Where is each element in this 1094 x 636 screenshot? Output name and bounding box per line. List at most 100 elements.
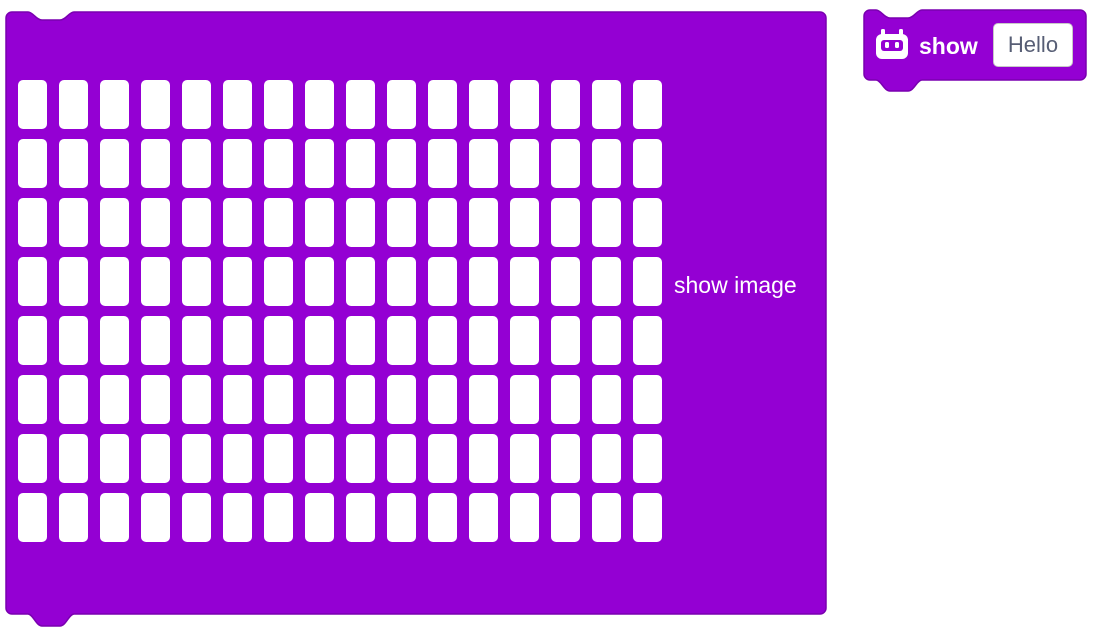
led-cell[interactable] xyxy=(223,198,252,247)
led-cell[interactable] xyxy=(141,375,170,424)
led-cell[interactable] xyxy=(182,80,211,129)
led-cell[interactable] xyxy=(264,139,293,188)
led-cell[interactable] xyxy=(100,257,129,306)
led-cell[interactable] xyxy=(305,316,334,365)
led-cell[interactable] xyxy=(633,316,662,365)
led-cell[interactable] xyxy=(592,80,621,129)
led-cell[interactable] xyxy=(469,257,498,306)
led-cell[interactable] xyxy=(428,139,457,188)
led-cell[interactable] xyxy=(100,434,129,483)
led-cell[interactable] xyxy=(182,139,211,188)
led-cell[interactable] xyxy=(100,375,129,424)
led-cell[interactable] xyxy=(346,434,375,483)
led-cell[interactable] xyxy=(387,139,416,188)
led-cell[interactable] xyxy=(551,316,580,365)
led-cell[interactable] xyxy=(264,493,293,542)
show-text-block[interactable]: show Hello xyxy=(860,7,1090,99)
led-cell[interactable] xyxy=(428,493,457,542)
led-cell[interactable] xyxy=(551,375,580,424)
led-cell[interactable] xyxy=(182,375,211,424)
led-cell[interactable] xyxy=(264,80,293,129)
led-cell[interactable] xyxy=(59,316,88,365)
led-cell[interactable] xyxy=(428,375,457,424)
led-cell[interactable] xyxy=(387,198,416,247)
led-cell[interactable] xyxy=(346,375,375,424)
text-input[interactable]: Hello xyxy=(993,23,1073,67)
led-cell[interactable] xyxy=(59,257,88,306)
led-cell[interactable] xyxy=(223,375,252,424)
led-cell[interactable] xyxy=(59,198,88,247)
led-cell[interactable] xyxy=(510,198,539,247)
led-cell[interactable] xyxy=(305,257,334,306)
led-cell[interactable] xyxy=(428,80,457,129)
led-cell[interactable] xyxy=(18,434,47,483)
led-cell[interactable] xyxy=(264,434,293,483)
led-cell[interactable] xyxy=(223,434,252,483)
led-cell[interactable] xyxy=(633,434,662,483)
led-cell[interactable] xyxy=(18,375,47,424)
led-cell[interactable] xyxy=(18,257,47,306)
led-cell[interactable] xyxy=(346,257,375,306)
led-cell[interactable] xyxy=(592,198,621,247)
led-cell[interactable] xyxy=(223,257,252,306)
led-cell[interactable] xyxy=(510,434,539,483)
led-cell[interactable] xyxy=(182,434,211,483)
led-cell[interactable] xyxy=(59,493,88,542)
led-cell[interactable] xyxy=(59,375,88,424)
led-cell[interactable] xyxy=(469,375,498,424)
led-cell[interactable] xyxy=(59,434,88,483)
led-cell[interactable] xyxy=(100,493,129,542)
led-cell[interactable] xyxy=(510,493,539,542)
led-cell[interactable] xyxy=(346,493,375,542)
led-cell[interactable] xyxy=(141,434,170,483)
led-cell[interactable] xyxy=(223,139,252,188)
led-cell[interactable] xyxy=(592,139,621,188)
led-cell[interactable] xyxy=(141,198,170,247)
led-cell[interactable] xyxy=(510,375,539,424)
led-cell[interactable] xyxy=(633,139,662,188)
led-cell[interactable] xyxy=(469,80,498,129)
led-cell[interactable] xyxy=(305,375,334,424)
led-cell[interactable] xyxy=(59,139,88,188)
led-cell[interactable] xyxy=(182,493,211,542)
led-cell[interactable] xyxy=(346,198,375,247)
led-cell[interactable] xyxy=(182,198,211,247)
led-cell[interactable] xyxy=(428,198,457,247)
led-cell[interactable] xyxy=(346,316,375,365)
led-cell[interactable] xyxy=(305,493,334,542)
led-cell[interactable] xyxy=(305,80,334,129)
led-cell[interactable] xyxy=(510,316,539,365)
led-cell[interactable] xyxy=(469,493,498,542)
led-cell[interactable] xyxy=(305,434,334,483)
led-cell[interactable] xyxy=(592,316,621,365)
led-cell[interactable] xyxy=(141,257,170,306)
led-cell[interactable] xyxy=(264,198,293,247)
led-cell[interactable] xyxy=(428,257,457,306)
led-cell[interactable] xyxy=(592,375,621,424)
led-cell[interactable] xyxy=(387,316,416,365)
led-cell[interactable] xyxy=(469,316,498,365)
led-cell[interactable] xyxy=(59,80,88,129)
led-cell[interactable] xyxy=(223,316,252,365)
led-cell[interactable] xyxy=(264,375,293,424)
led-cell[interactable] xyxy=(633,257,662,306)
led-cell[interactable] xyxy=(346,80,375,129)
led-cell[interactable] xyxy=(387,80,416,129)
led-cell[interactable] xyxy=(141,316,170,365)
led-cell[interactable] xyxy=(223,493,252,542)
led-cell[interactable] xyxy=(510,80,539,129)
led-cell[interactable] xyxy=(551,493,580,542)
led-cell[interactable] xyxy=(633,80,662,129)
led-cell[interactable] xyxy=(18,493,47,542)
led-cell[interactable] xyxy=(387,375,416,424)
led-cell[interactable] xyxy=(592,493,621,542)
led-cell[interactable] xyxy=(18,198,47,247)
led-cell[interactable] xyxy=(387,493,416,542)
led-cell[interactable] xyxy=(264,316,293,365)
led-cell[interactable] xyxy=(510,257,539,306)
show-image-block[interactable]: show image xyxy=(0,0,832,630)
led-cell[interactable] xyxy=(469,198,498,247)
led-cell[interactable] xyxy=(592,434,621,483)
led-cell[interactable] xyxy=(633,493,662,542)
led-cell[interactable] xyxy=(551,434,580,483)
